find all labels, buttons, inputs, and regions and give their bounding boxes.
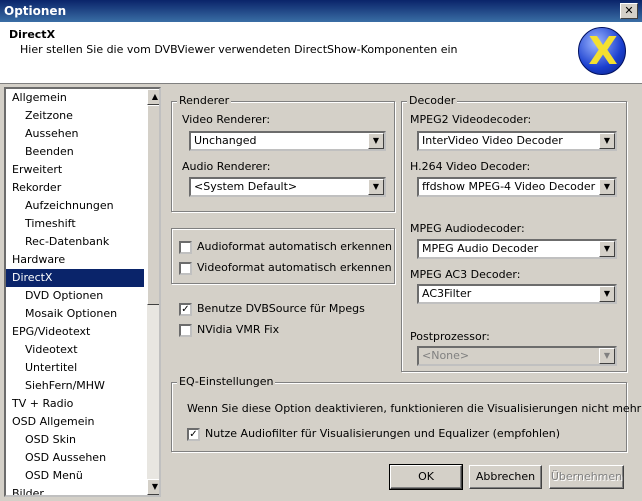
- tree-item[interactable]: DVD Optionen: [6, 287, 144, 305]
- tree-item[interactable]: Untertitel: [6, 359, 144, 377]
- title-bar: Optionen: [0, 0, 642, 22]
- h264-label: H.264 Video Decoder:: [410, 160, 531, 173]
- checkmark-icon: ✓: [189, 429, 198, 440]
- tree-item[interactable]: Rec-Datenbank: [6, 233, 144, 251]
- postprocessor-select[interactable]: <None> ▼: [417, 346, 617, 366]
- video-renderer-label: Video Renderer:: [182, 113, 271, 126]
- audio-renderer-label: Audio Renderer:: [182, 160, 271, 173]
- options-tree[interactable]: Allgemein Zeitzone Aussehen Beenden Erweiter…: [4, 87, 161, 497]
- tree-scrollbar[interactable]: ▲ ▼: [147, 89, 159, 495]
- renderer-group-title: Renderer: [177, 94, 232, 107]
- header-panel: DirectX Hier stellen Sie die vom DVBView…: [0, 22, 642, 84]
- tree-item[interactable]: Bilder: [6, 485, 144, 495]
- ac3-label: MPEG AC3 Decoder:: [410, 268, 521, 281]
- chevron-down-icon[interactable]: ▼: [599, 133, 615, 149]
- tree-item[interactable]: Aufzeichnungen: [6, 197, 144, 215]
- chevron-down-icon[interactable]: ▼: [599, 241, 615, 257]
- window-title: Optionen: [4, 4, 67, 18]
- tree-item[interactable]: OSD Aussehen: [6, 449, 144, 467]
- h264-decoder-value: ffdshow MPEG-4 Video Decoder: [422, 180, 596, 193]
- tree-item[interactable]: TV + Radio: [6, 395, 144, 413]
- tree-item[interactable]: Mosaik Optionen: [6, 305, 144, 323]
- chevron-down-icon[interactable]: ▼: [368, 179, 384, 195]
- videoformat-checkbox[interactable]: [179, 262, 192, 275]
- mpeg-audio-decoder-value: MPEG Audio Decoder: [422, 242, 539, 255]
- chevron-down-icon[interactable]: ▼: [368, 133, 384, 149]
- postprocessor-label: Postprozessor:: [410, 330, 490, 343]
- h264-decoder-select[interactable]: ffdshow MPEG-4 Video Decoder ▼: [417, 177, 617, 197]
- tree-item[interactable]: OSD Allgemein: [6, 413, 144, 431]
- close-icon: ✕: [624, 4, 634, 17]
- scroll-down-button[interactable]: ▼: [147, 479, 159, 495]
- autodetect-group: [171, 228, 395, 284]
- tree-item[interactable]: Timeshift: [6, 215, 144, 233]
- audiofilter-checkbox[interactable]: ✓: [187, 428, 200, 441]
- audiofilter-label[interactable]: Nutze Audiofilter für Visualisierungen u…: [205, 427, 560, 440]
- page-subtitle: Hier stellen Sie die vom DVBViewer verwe…: [20, 43, 458, 56]
- tree-item[interactable]: Videotext: [6, 341, 144, 359]
- scroll-thumb[interactable]: [147, 105, 159, 305]
- tree-item[interactable]: EPG/Videotext: [6, 323, 144, 341]
- tree-item[interactable]: DirectX: [6, 269, 144, 287]
- directx-logo-icon: X: [578, 27, 626, 75]
- dvbsource-checkbox[interactable]: ✓: [179, 303, 192, 316]
- tree-item[interactable]: Beenden: [6, 143, 144, 161]
- chevron-down-icon[interactable]: ▼: [599, 286, 615, 302]
- page-title: DirectX: [9, 28, 56, 41]
- audioformat-label[interactable]: Audioformat automatisch erkennen: [197, 240, 392, 253]
- eq-info-text: Wenn Sie diese Option deaktivieren, funk…: [187, 402, 642, 415]
- mpeg-audio-decoder-select[interactable]: MPEG Audio Decoder ▼: [417, 239, 617, 259]
- apply-button[interactable]: Übernehmen: [549, 465, 624, 489]
- tree-item[interactable]: OSD Menü: [6, 467, 144, 485]
- ok-button[interactable]: OK: [389, 464, 463, 490]
- tree-item[interactable]: SiehFern/MHW: [6, 377, 144, 395]
- chevron-up-icon: ▲: [151, 92, 159, 101]
- mpeg2-decoder-select[interactable]: InterVideo Video Decoder ▼: [417, 131, 617, 151]
- audioformat-checkbox[interactable]: [179, 241, 192, 254]
- mpeg2-decoder-value: InterVideo Video Decoder: [422, 134, 563, 147]
- chevron-down-icon[interactable]: ▼: [599, 179, 615, 195]
- close-button[interactable]: ✕: [620, 3, 638, 19]
- tree-item[interactable]: Rekorder: [6, 179, 144, 197]
- ac3-decoder-select[interactable]: AC3Filter ▼: [417, 284, 617, 304]
- tree-item[interactable]: Allgemein: [6, 89, 144, 107]
- ac3-decoder-value: AC3Filter: [422, 287, 472, 300]
- tree-item[interactable]: Hardware: [6, 251, 144, 269]
- eq-group: [171, 382, 627, 452]
- nvidia-vmr-label[interactable]: NVidia VMR Fix: [197, 323, 279, 336]
- audio-renderer-value: <System Default>: [194, 180, 298, 193]
- checkmark-icon: ✓: [181, 304, 190, 315]
- video-renderer-select[interactable]: Unchanged ▼: [189, 131, 386, 151]
- eq-group-title: EQ-Einstellungen: [177, 375, 276, 388]
- videoformat-label[interactable]: Videoformat automatisch erkennen: [197, 261, 392, 274]
- nvidia-vmr-checkbox[interactable]: [179, 324, 192, 337]
- tree-item[interactable]: Erweitert: [6, 161, 144, 179]
- mpeg2-label: MPEG2 Videodecoder:: [410, 113, 532, 126]
- scroll-up-button[interactable]: ▲: [147, 89, 159, 105]
- chevron-down-icon: ▼: [151, 482, 159, 491]
- decoder-group-title: Decoder: [407, 94, 458, 107]
- audio-renderer-select[interactable]: <System Default> ▼: [189, 177, 386, 197]
- dvbsource-label[interactable]: Benutze DVBSource für Mpegs: [197, 302, 365, 315]
- cancel-button[interactable]: Abbrechen: [469, 465, 542, 489]
- tree-item[interactable]: Aussehen: [6, 125, 144, 143]
- chevron-down-icon[interactable]: ▼: [599, 348, 615, 364]
- mpeg-audio-label: MPEG Audiodecoder:: [410, 222, 525, 235]
- tree-item[interactable]: Zeitzone: [6, 107, 144, 125]
- video-renderer-value: Unchanged: [194, 134, 257, 147]
- tree-item[interactable]: OSD Skin: [6, 431, 144, 449]
- postprocessor-value: <None>: [422, 349, 470, 362]
